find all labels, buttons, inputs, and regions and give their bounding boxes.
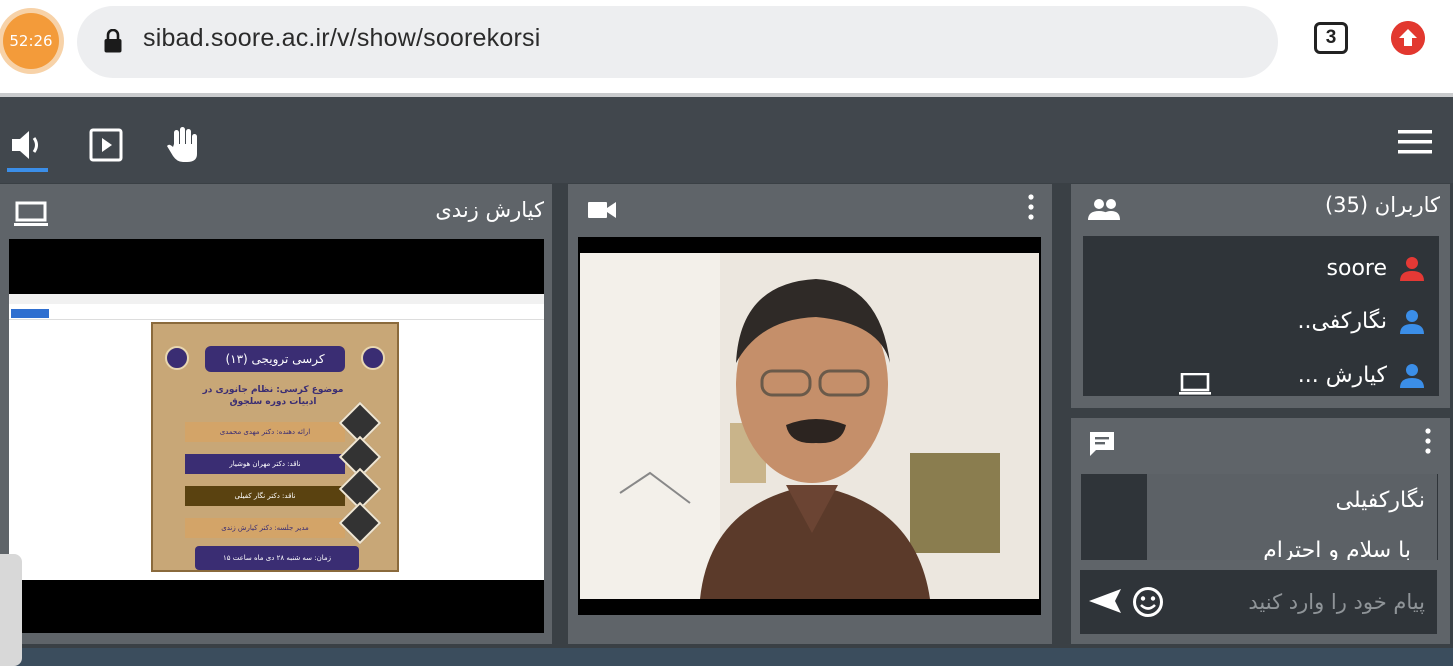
chat-input[interactable]: پیام خود را وارد کنید [1080, 570, 1437, 634]
screen-share-icon[interactable] [14, 201, 48, 227]
upload-icon[interactable] [1391, 21, 1425, 55]
chat-text: با سلام و احترام [1263, 538, 1411, 560]
play-icon[interactable] [89, 128, 123, 162]
people-icon [1088, 199, 1120, 220]
raise-hand-icon[interactable] [165, 126, 201, 164]
person-video-image [580, 253, 1039, 599]
video-panel [568, 184, 1052, 644]
user-name: کیارش ... [1297, 362, 1387, 388]
bottom-bar [0, 648, 1453, 666]
poster-row: ناقد: دکتر نگار کفیلی [185, 486, 345, 506]
user-name: نگارکفی.. [1297, 308, 1387, 334]
presenter-screen-icon [1179, 373, 1211, 395]
chat-author: نگارکفیلی [1335, 488, 1425, 513]
send-icon[interactable] [1087, 587, 1121, 615]
chat-panel: نگارکفیلی با سلام و احترام پیام خود را و… [1071, 418, 1450, 644]
user-icon [1400, 310, 1424, 334]
poster-row: ناقد: دکتر مهران هوشیار [185, 454, 345, 474]
presentation-panel: کیارش زندی کرسی ترویجی (۱۳) موضوع کرسی: … [0, 184, 552, 644]
document-tabbar [9, 294, 544, 304]
user-icon [1400, 257, 1424, 281]
timer-badge[interactable]: 52:26 [3, 13, 59, 69]
chat-messages[interactable]: نگارکفیلی با سلام و احترام [1081, 474, 1438, 560]
chat-placeholder: پیام خود را وارد کنید [1248, 590, 1425, 614]
more-options-icon[interactable] [1026, 194, 1036, 220]
speaker-icon[interactable] [10, 127, 46, 163]
user-item[interactable]: کیارش ... [1298, 360, 1425, 390]
poster-row: ارائه دهنده: دکتر مهدی محمدی [185, 422, 345, 442]
logo-icon [165, 346, 189, 370]
user-icon [1400, 364, 1424, 388]
speaker-photo [338, 501, 382, 545]
url-text[interactable]: sibad.soore.ac.ir/v/show/soorekorsi [143, 24, 540, 53]
poster-footer: زمان: سه شنبه ۲۸ دی ماه ساعت ۱۵ [195, 546, 359, 570]
users-count-title: کاربران (35) [1324, 193, 1440, 217]
audio-active-indicator [7, 168, 48, 172]
emoji-icon[interactable] [1132, 586, 1164, 618]
edge-handle[interactable] [0, 554, 22, 666]
user-name: soore [1326, 255, 1387, 281]
videocam-icon[interactable] [588, 200, 616, 220]
users-list: soore نگارکفی.. کیارش ... [1083, 236, 1439, 396]
users-panel: کاربران (35) soore نگارکفی.. کیارش ... [1071, 184, 1450, 408]
shared-screen[interactable]: کرسی ترویجی (۱۳) موضوع کرسی: نظام جانوری… [9, 239, 544, 633]
poster-row: مدیر جلسه: دکتر کیارش زندی [185, 518, 345, 538]
more-options-icon[interactable] [1423, 428, 1433, 454]
event-poster: کرسی ترویجی (۱۳) موضوع کرسی: نظام جانوری… [151, 322, 399, 572]
app-toolbar [0, 97, 1453, 183]
poster-subject: موضوع کرسی: نظام جانوری در ادبیات دوره س… [202, 385, 344, 407]
logo-icon [361, 346, 385, 370]
webcam-video[interactable] [578, 237, 1041, 615]
presenter-name: کیارش زندی [435, 198, 544, 222]
browser-bar: 52:26 sibad.soore.ac.ir/v/show/soorekors… [0, 0, 1453, 94]
user-item[interactable]: soore [1327, 253, 1425, 283]
shared-document: کرسی ترویجی (۱۳) موضوع کرسی: نظام جانوری… [9, 294, 544, 580]
user-item[interactable]: نگارکفی.. [1297, 306, 1425, 336]
poster-title: کرسی ترویجی (۱۳) [205, 346, 345, 372]
document-toolbar [9, 308, 544, 320]
webcam-feed [580, 253, 1039, 599]
lock-icon [104, 29, 122, 53]
chat-icon [1090, 432, 1114, 456]
menu-icon[interactable] [1398, 129, 1432, 155]
chat-message: نگارکفیلی با سلام و احترام [1147, 474, 1437, 560]
tab-count-button[interactable]: 3 [1314, 22, 1348, 54]
